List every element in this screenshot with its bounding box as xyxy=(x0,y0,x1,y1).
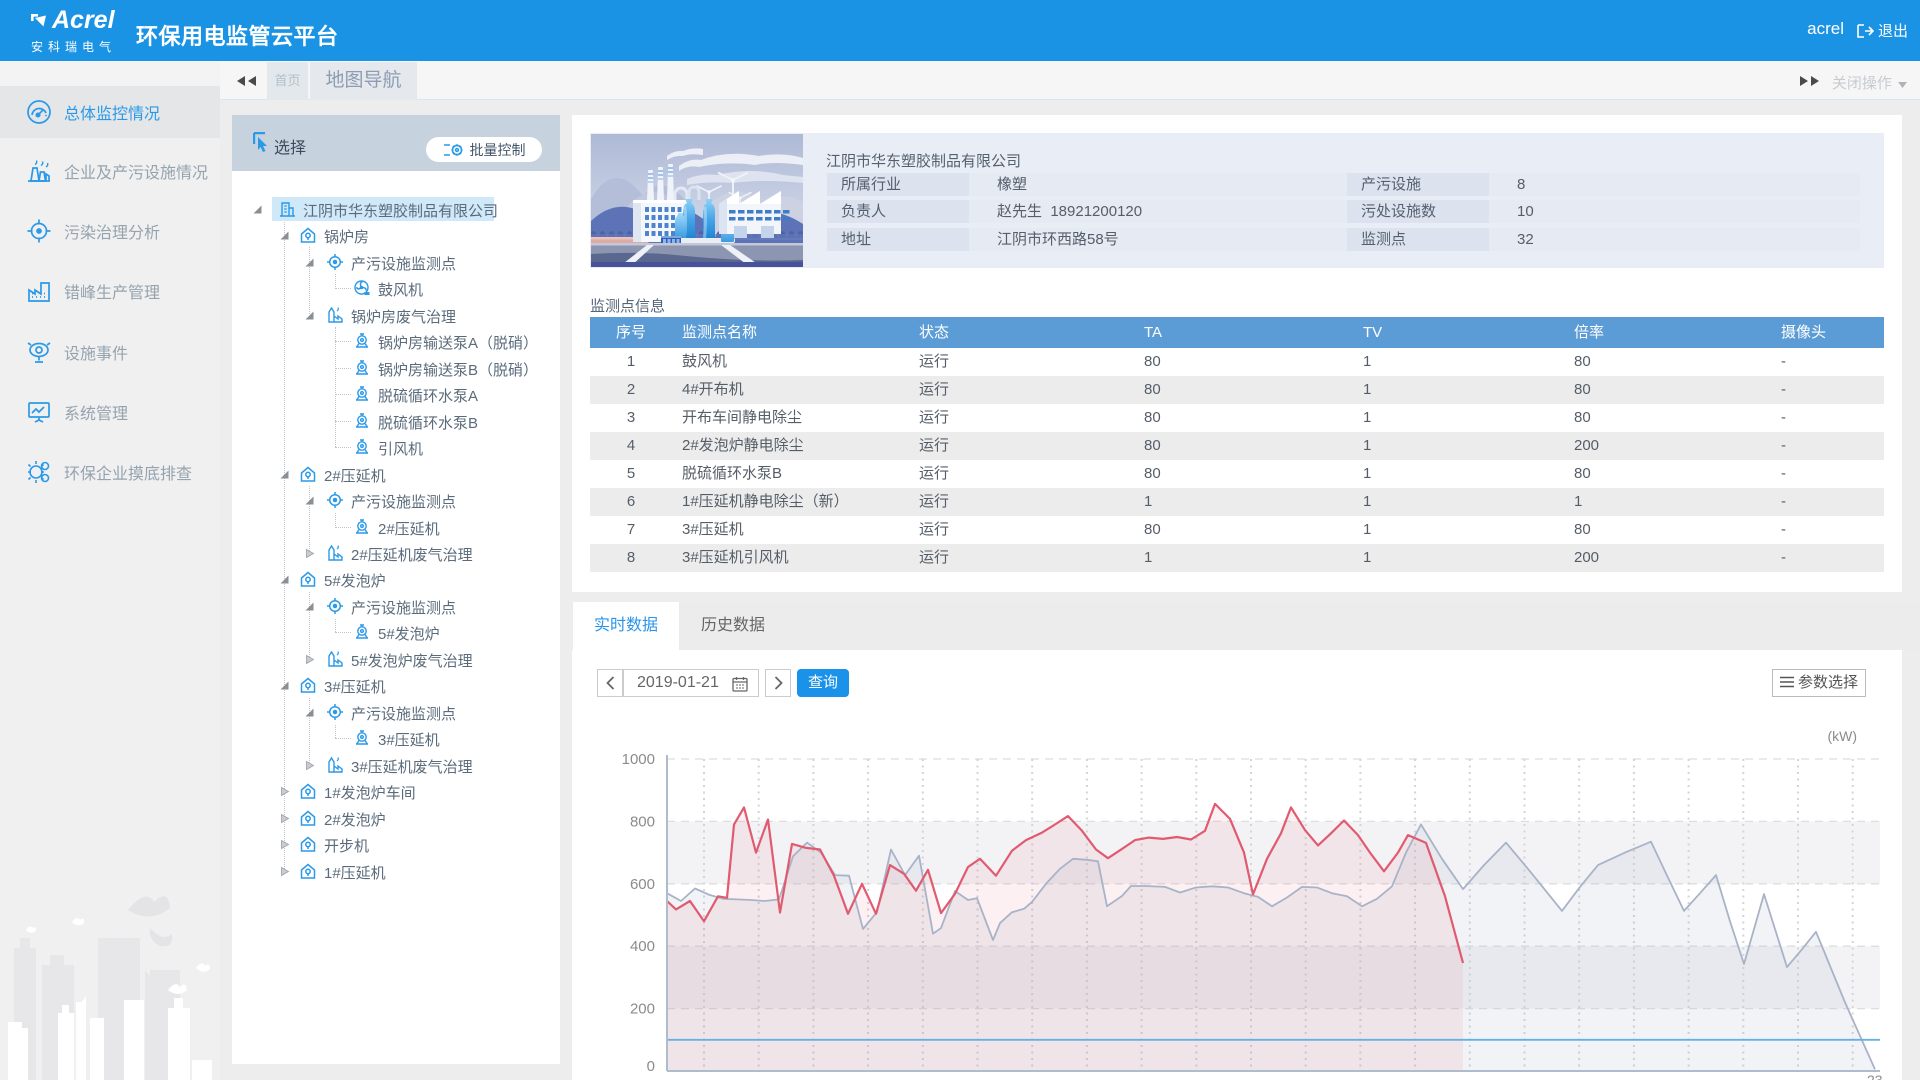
svg-text:(kW): (kW) xyxy=(1827,728,1857,744)
svg-text:800: 800 xyxy=(630,813,655,830)
svg-text:600: 600 xyxy=(630,876,655,893)
svg-text:1000: 1000 xyxy=(622,751,655,768)
svg-text:23: 23 xyxy=(1867,1072,1883,1080)
svg-text:200: 200 xyxy=(630,1001,655,1018)
svg-text:0: 0 xyxy=(647,1058,655,1075)
svg-text:400: 400 xyxy=(630,938,655,955)
